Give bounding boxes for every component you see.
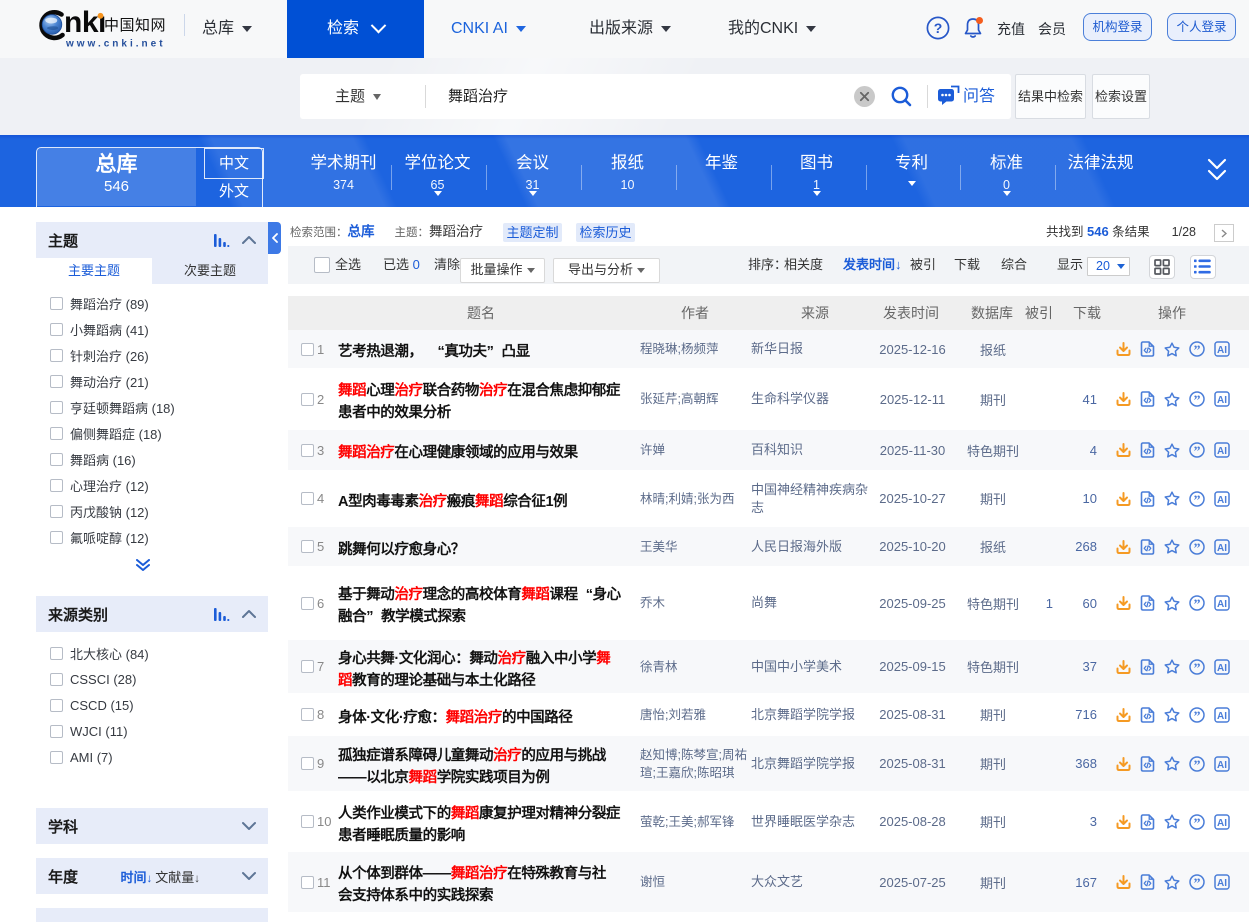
svg-text:nkı: nkı bbox=[64, 6, 106, 39]
svg-text:?: ? bbox=[934, 20, 943, 36]
svg-text:中国知网: 中国知网 bbox=[104, 17, 166, 34]
svg-text:www.cnki.net: www.cnki.net bbox=[65, 39, 166, 50]
